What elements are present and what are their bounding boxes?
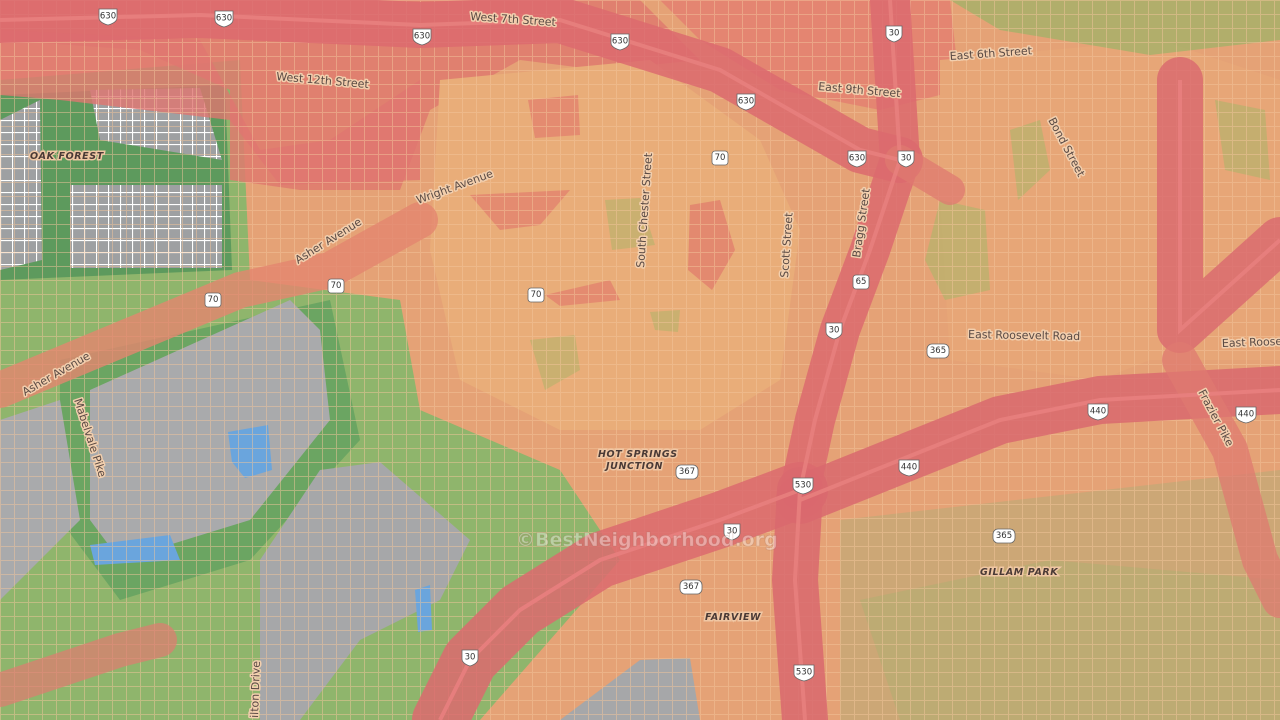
shield-us70-c: 70 xyxy=(327,278,345,294)
shield-i30-a: 30 xyxy=(885,25,903,43)
svg-text:630: 630 xyxy=(612,37,628,47)
svg-text:440: 440 xyxy=(901,463,917,473)
crime-map[interactable]: West 7th Street West 12th Street East 6t… xyxy=(0,0,1280,720)
svg-text:30: 30 xyxy=(901,154,912,164)
shield-us70-a: 70 xyxy=(711,150,729,166)
svg-text:70: 70 xyxy=(331,281,342,291)
shield-i440-a: 440 xyxy=(1087,403,1109,421)
shield-ar367-a: 367 xyxy=(675,464,699,480)
svg-text:630: 630 xyxy=(216,14,232,24)
svg-text:530: 530 xyxy=(796,668,812,678)
shield-i30-c: 30 xyxy=(825,322,843,340)
label-hot-springs: HOT SPRINGS xyxy=(598,449,678,460)
shield-i440-c: 440 xyxy=(1235,406,1257,424)
shield-i630-a: 630 xyxy=(98,8,118,26)
svg-text:440: 440 xyxy=(1090,407,1106,417)
shield-i630-d: 630 xyxy=(610,33,630,51)
svg-text:440: 440 xyxy=(1238,410,1254,420)
svg-text:365: 365 xyxy=(930,346,946,356)
svg-text:70: 70 xyxy=(531,290,542,300)
shield-i530-a: 530 xyxy=(792,477,814,495)
svg-text:30: 30 xyxy=(829,326,840,336)
svg-text:70: 70 xyxy=(715,153,726,163)
svg-text:30: 30 xyxy=(465,653,476,663)
shield-i630-e: 630 xyxy=(736,93,756,111)
svg-text:630: 630 xyxy=(100,12,116,22)
label-east-roosevelt-road: East Roosevelt Road xyxy=(968,328,1080,343)
map-canvas: West 7th Street West 12th Street East 6t… xyxy=(0,0,1280,720)
watermark-text: ©BestNeighborhood.org xyxy=(516,529,778,551)
label-hilton-drive: ilton Drive xyxy=(248,661,263,719)
label-gillam-park: GILLAM PARK xyxy=(980,567,1058,578)
svg-text:65: 65 xyxy=(856,277,867,287)
shield-i30-e: 30 xyxy=(461,649,479,667)
shield-ar365-a: 365 xyxy=(926,343,950,359)
label-fairview: FAIRVIEW xyxy=(705,612,761,623)
shield-i530-b: 530 xyxy=(793,664,815,682)
shield-i630-c: 630 xyxy=(412,28,432,46)
label-junction: JUNCTION xyxy=(604,461,663,472)
svg-text:630: 630 xyxy=(414,32,430,42)
street-grid xyxy=(0,0,1280,720)
shield-ar365-b: 365 xyxy=(992,528,1016,544)
shield-i630-f: 630 xyxy=(847,150,867,168)
shield-i30-b: 30 xyxy=(897,150,915,168)
svg-text:630: 630 xyxy=(738,97,754,107)
svg-text:70: 70 xyxy=(208,295,219,305)
shield-us70-d: 70 xyxy=(204,292,222,308)
shield-us65: 65 xyxy=(852,274,870,290)
shield-ar367-b: 367 xyxy=(679,579,703,595)
svg-text:365: 365 xyxy=(996,531,1012,541)
svg-text:530: 530 xyxy=(795,481,811,491)
label-oak-forest: OAK FOREST xyxy=(30,151,105,162)
svg-text:367: 367 xyxy=(683,582,699,592)
shield-i440-b: 440 xyxy=(898,459,920,477)
label-east-roosevelt-edge: East Roose xyxy=(1222,335,1280,350)
svg-text:630: 630 xyxy=(849,154,865,164)
svg-text:30: 30 xyxy=(889,29,900,39)
svg-text:367: 367 xyxy=(679,467,695,477)
shield-us70-b: 70 xyxy=(527,287,545,303)
shield-i630-b: 630 xyxy=(214,10,234,28)
